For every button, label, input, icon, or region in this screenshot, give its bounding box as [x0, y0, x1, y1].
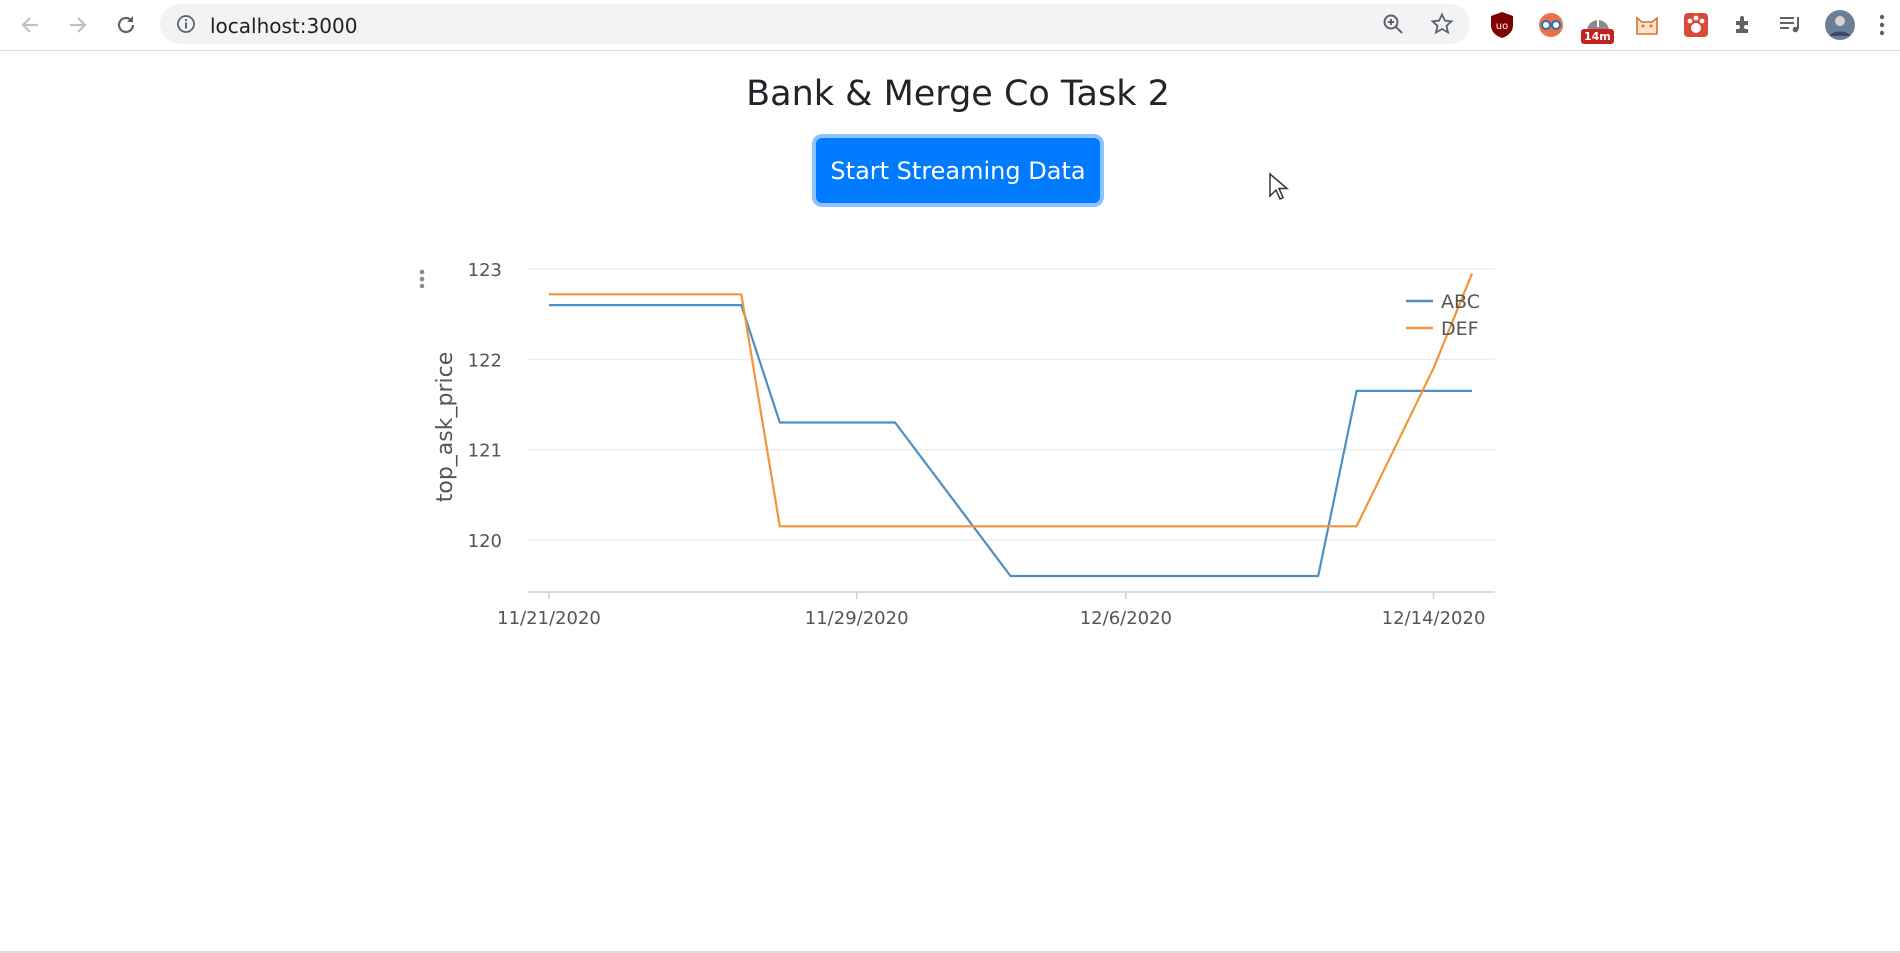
price-chart: 120 121 122 123 11/21/2020 11/29/2020 12/6/202…: [419, 260, 1495, 629]
x-tick-label: 11/29/2020: [805, 608, 909, 629]
x-tick-label: 11/21/2020: [497, 608, 601, 629]
menu-dot: [419, 276, 425, 282]
y-tick-label: 121: [468, 441, 502, 462]
y-tick-label: 122: [468, 350, 502, 371]
series-line-abc: [549, 304, 1472, 578]
series-line-def: [549, 273, 1474, 528]
chart-menu-icon[interactable]: [419, 269, 425, 289]
x-tick-label: 12/14/2020: [1382, 608, 1486, 629]
legend-label-abc: ABC: [1441, 291, 1480, 313]
menu-dot: [419, 269, 425, 275]
legend-label-def: DEF: [1441, 318, 1479, 340]
y-tick-label: 123: [468, 260, 502, 281]
menu-dot: [419, 283, 425, 289]
y-axis-label: top_ask_price: [433, 352, 458, 503]
y-tick-label: 120: [468, 531, 502, 552]
mouse-cursor-icon: [1269, 172, 1290, 201]
x-tick-label: 12/6/2020: [1080, 608, 1172, 629]
